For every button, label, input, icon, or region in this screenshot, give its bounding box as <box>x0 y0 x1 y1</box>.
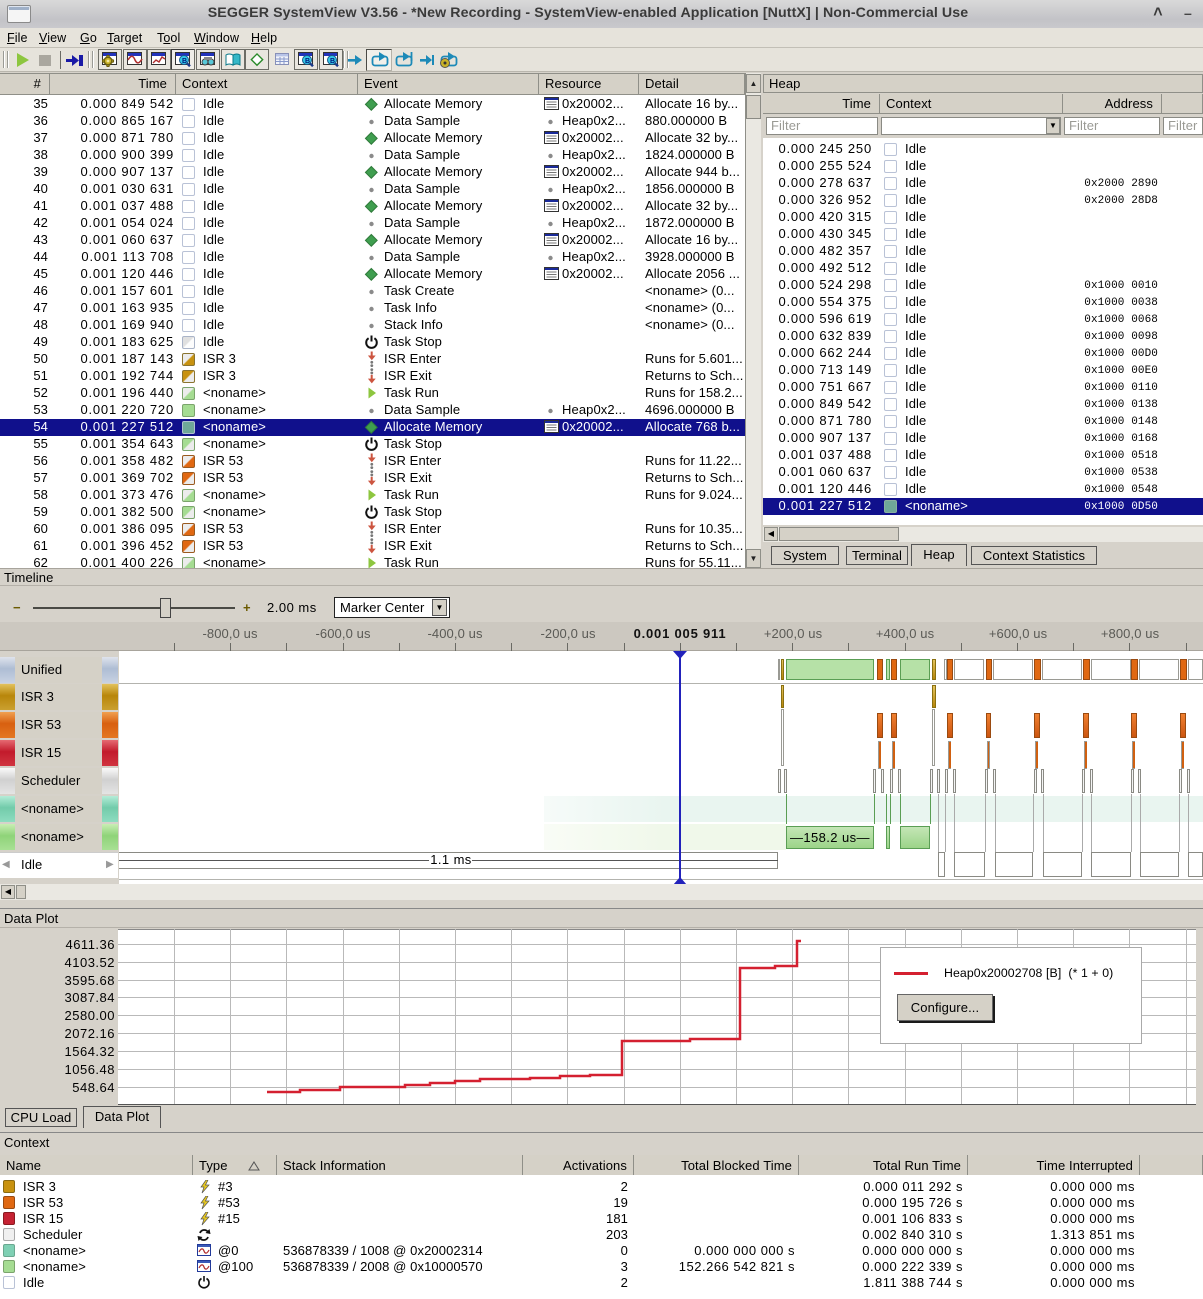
svg-text:B: B <box>305 58 310 65</box>
svg-text:B: B <box>330 58 335 65</box>
svg-text:B: B <box>182 58 187 65</box>
